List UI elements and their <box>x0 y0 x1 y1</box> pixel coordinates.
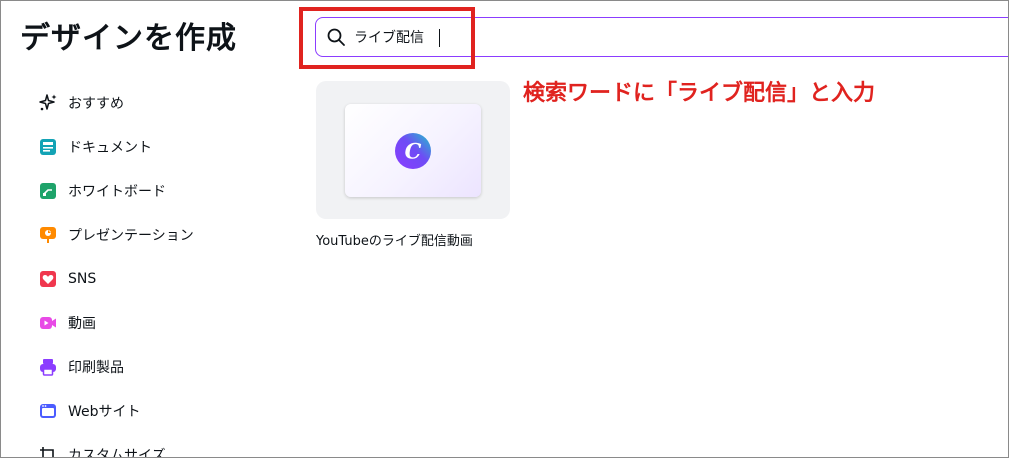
sidebar-item-documents[interactable]: ドキュメント <box>37 125 277 169</box>
custom-size-icon <box>37 444 59 457</box>
document-icon <box>37 136 59 158</box>
canva-logo-icon: C <box>395 132 431 169</box>
sidebar-item-label: おすすめ <box>68 96 124 112</box>
sidebar-item-label: プレゼンテーション <box>68 228 194 244</box>
sidebar-item-label: ホワイトボード <box>68 184 166 200</box>
sidebar-item-label: 印刷製品 <box>68 360 124 376</box>
sparkle-icon <box>37 92 59 114</box>
sidebar-item-presentation[interactable]: プレゼンテーション <box>37 213 277 257</box>
result-card[interactable]: C <box>316 81 510 219</box>
sidebar-item-website[interactable]: Webサイト <box>37 389 277 433</box>
sidebar-item-recommended[interactable]: おすすめ <box>37 81 277 125</box>
presentation-icon <box>37 224 59 246</box>
highlight-box <box>299 7 475 69</box>
result-thumbnail: C <box>345 104 481 197</box>
result-card-label[interactable]: YouTubeのライブ配信動画 <box>316 230 473 249</box>
printer-icon <box>37 356 59 378</box>
annotation-text: 検索ワードに「ライブ配信」と入力 <box>523 81 876 106</box>
sidebar-item-custom-size[interactable]: カスタムサイズ <box>37 433 277 458</box>
sidebar: おすすめ ドキュメント ホワイトボード プレゼンテーション SNS 動画 印刷製… <box>37 81 277 458</box>
sidebar-item-label: SNS <box>68 271 97 287</box>
sidebar-item-label: ドキュメント <box>68 140 152 156</box>
sidebar-item-sns[interactable]: SNS <box>37 257 277 301</box>
sidebar-item-label: Webサイト <box>68 404 141 420</box>
video-icon <box>37 312 59 334</box>
website-icon <box>37 400 59 422</box>
whiteboard-icon <box>37 180 59 202</box>
page-title: デザインを作成 <box>20 21 237 56</box>
sidebar-item-print[interactable]: 印刷製品 <box>37 345 277 389</box>
sidebar-item-label: 動画 <box>68 316 96 332</box>
sidebar-item-video[interactable]: 動画 <box>37 301 277 345</box>
canva-logo-letter: C <box>405 138 422 163</box>
design-create-panel: デザインを作成 検索ワードに「ライブ配信」と入力 おすすめ <box>0 0 1009 458</box>
sidebar-item-label: カスタムサイズ <box>68 448 166 458</box>
heart-icon <box>37 268 59 290</box>
sidebar-item-whiteboard[interactable]: ホワイトボード <box>37 169 277 213</box>
